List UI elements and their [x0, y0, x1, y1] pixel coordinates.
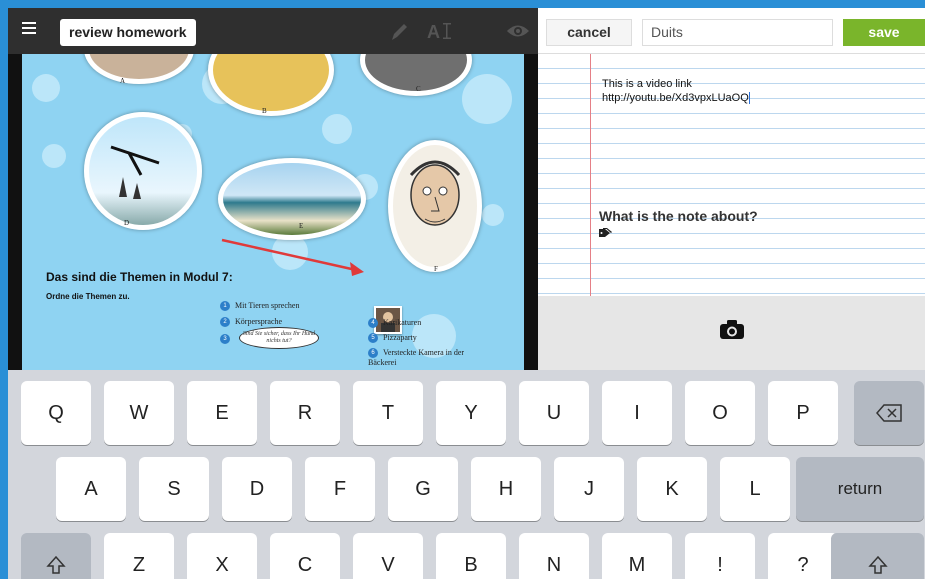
- annotation-arrow[interactable]: [218, 236, 368, 278]
- photo-f: [388, 140, 482, 272]
- backspace-icon: [876, 404, 902, 422]
- text-caret: [748, 92, 750, 105]
- note-toolbar: cancel Duits save: [538, 8, 925, 54]
- note-editor: cancel Duits save This is a video link h…: [538, 8, 925, 370]
- eye-icon[interactable]: [506, 18, 530, 44]
- key-t[interactable]: T: [353, 381, 423, 445]
- shift-icon: [867, 555, 888, 574]
- app-frame: review homework A A B C D E F Das sind d…: [8, 8, 925, 579]
- cancel-button[interactable]: cancel: [546, 19, 632, 46]
- key-i[interactable]: I: [602, 381, 672, 445]
- topic-item-1: 1 Mit Tieren sprechen: [220, 301, 299, 312]
- speech-bubble: Sind Sie sicher, dass Ihr Hund nichts tu…: [239, 327, 319, 349]
- key-j[interactable]: J: [554, 457, 624, 521]
- photo-a: [84, 54, 194, 84]
- shift-key-left[interactable]: [21, 533, 91, 579]
- key-n[interactable]: N: [519, 533, 589, 579]
- pencil-icon[interactable]: [388, 18, 410, 44]
- key-q[interactable]: Q: [21, 381, 91, 445]
- note-line-2: http://youtu.be/Xd3vpxLUaOQ: [602, 92, 750, 105]
- key-b[interactable]: B: [436, 533, 506, 579]
- topic-item-3: 3: [220, 334, 235, 345]
- photo-label-a: A: [120, 77, 126, 85]
- photo-label-c: C: [416, 85, 421, 93]
- document-viewer: review homework A A B C D E F Das sind d…: [8, 8, 538, 370]
- shift-key-right[interactable]: [831, 533, 924, 579]
- note-about-prompt[interactable]: What is the note about?: [599, 208, 758, 224]
- backspace-key[interactable]: [854, 381, 924, 445]
- key-a[interactable]: A: [56, 457, 126, 521]
- text-size-icon[interactable]: A: [426, 18, 456, 44]
- topic-item-4: 4 Karikaturen: [368, 318, 421, 329]
- note-body-textarea[interactable]: This is a video link http://youtu.be/Xd3…: [602, 77, 750, 105]
- key-question[interactable]: ?: [768, 533, 838, 579]
- key-c[interactable]: C: [270, 533, 340, 579]
- key-l[interactable]: L: [720, 457, 790, 521]
- ski-jumper-image: [110, 145, 160, 199]
- caricature-image: [409, 160, 461, 226]
- key-k[interactable]: K: [637, 457, 707, 521]
- photo-e: [218, 158, 366, 240]
- key-u[interactable]: U: [519, 381, 589, 445]
- document-title[interactable]: review homework: [60, 19, 196, 46]
- note-title-input[interactable]: Duits: [642, 19, 833, 46]
- photo-label-e: E: [299, 222, 304, 230]
- photo-d: [84, 112, 202, 230]
- note-line-1: This is a video link: [602, 78, 692, 90]
- key-g[interactable]: G: [388, 457, 458, 521]
- key-p[interactable]: P: [768, 381, 838, 445]
- key-v[interactable]: V: [353, 533, 423, 579]
- key-y[interactable]: Y: [436, 381, 506, 445]
- save-button[interactable]: save: [843, 19, 925, 46]
- key-x[interactable]: X: [187, 533, 257, 579]
- shift-icon: [46, 555, 66, 574]
- photo-label-d: D: [124, 219, 130, 227]
- key-r[interactable]: R: [270, 381, 340, 445]
- key-o[interactable]: O: [685, 381, 755, 445]
- key-m[interactable]: M: [602, 533, 672, 579]
- page-instruction: Ordne die Themen zu.: [46, 292, 130, 301]
- viewer-toolbar: review homework A: [8, 8, 538, 54]
- photo-label-b: B: [262, 107, 267, 115]
- return-key[interactable]: return: [796, 457, 924, 521]
- page-heading: Das sind die Themen in Modul 7:: [46, 270, 233, 284]
- margin-line: [590, 54, 591, 296]
- topic-item-6: 6 Versteckte Kamera in der Bäckerei: [368, 348, 465, 368]
- note-paper[interactable]: This is a video link http://youtu.be/Xd3…: [538, 54, 925, 296]
- topic-item-2: 2 Körpersprache: [220, 317, 282, 328]
- key-w[interactable]: W: [104, 381, 174, 445]
- key-h[interactable]: H: [471, 457, 541, 521]
- key-f[interactable]: F: [305, 457, 375, 521]
- svg-text:A: A: [427, 22, 440, 42]
- tag-icon[interactable]: [599, 228, 613, 238]
- key-e[interactable]: E: [187, 381, 257, 445]
- textbook-page[interactable]: A B C D E F Das sind die Themen in Modul…: [22, 54, 524, 370]
- topic-item-5: 5 Pizzaparty: [368, 333, 417, 344]
- photo-label-f: F: [434, 265, 438, 273]
- camera-icon[interactable]: [720, 320, 744, 339]
- key-d[interactable]: D: [222, 457, 292, 521]
- photo-b: [208, 54, 334, 116]
- key-z[interactable]: Z: [104, 533, 174, 579]
- key-s[interactable]: S: [139, 457, 209, 521]
- menu-icon[interactable]: [22, 22, 36, 36]
- key-exclamation[interactable]: !: [685, 533, 755, 579]
- on-screen-keyboard: Q W E R T Y U I O P A S D F G H J K L re…: [8, 370, 925, 579]
- attachment-bar: [538, 296, 925, 370]
